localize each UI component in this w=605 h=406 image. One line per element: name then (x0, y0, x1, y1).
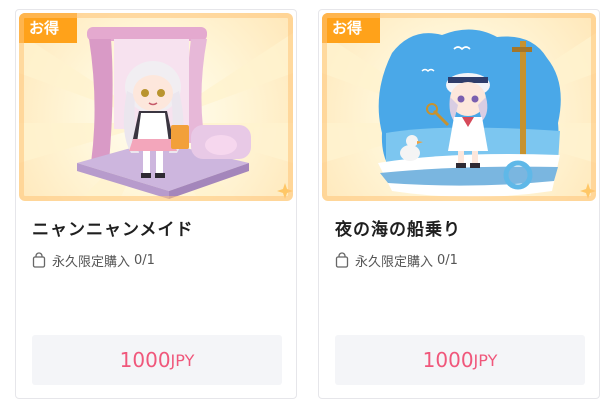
limit-label: 永久限定購入 (355, 254, 434, 270)
buy-button[interactable]: 1000 JPY (32, 335, 282, 385)
price-value: 1000 (422, 348, 474, 372)
product-card-sailor[interactable]: お得 夜の海の船乗り 永久限定購入 0/1 1000 JPY (318, 9, 600, 399)
purchase-limit: 永久限定購入 0/1 (32, 250, 155, 270)
product-title: 夜の海の船乗り (335, 220, 461, 240)
buy-button[interactable]: 1000 JPY (335, 335, 585, 385)
price-currency: JPY (473, 350, 498, 370)
price-currency: JPY (170, 350, 195, 370)
price-value: 1000 (119, 348, 171, 372)
bag-icon (32, 252, 46, 268)
limit-count: 0/1 (134, 252, 155, 268)
limit-label: 永久限定購入 (52, 254, 131, 270)
product-title: ニャンニャンメイド (32, 220, 194, 240)
limit-count: 0/1 (437, 252, 458, 268)
deal-badge: お得 (322, 13, 380, 43)
deal-badge: お得 (19, 13, 77, 43)
product-banner: お得 (322, 13, 596, 201)
purchase-limit: 永久限定購入 0/1 (335, 250, 458, 270)
bag-icon (335, 252, 349, 268)
product-banner: お得 (19, 13, 293, 201)
product-card-maid[interactable]: お得 ニャンニャンメイド 永久限定購入 0/1 1000 JPY (15, 9, 297, 399)
